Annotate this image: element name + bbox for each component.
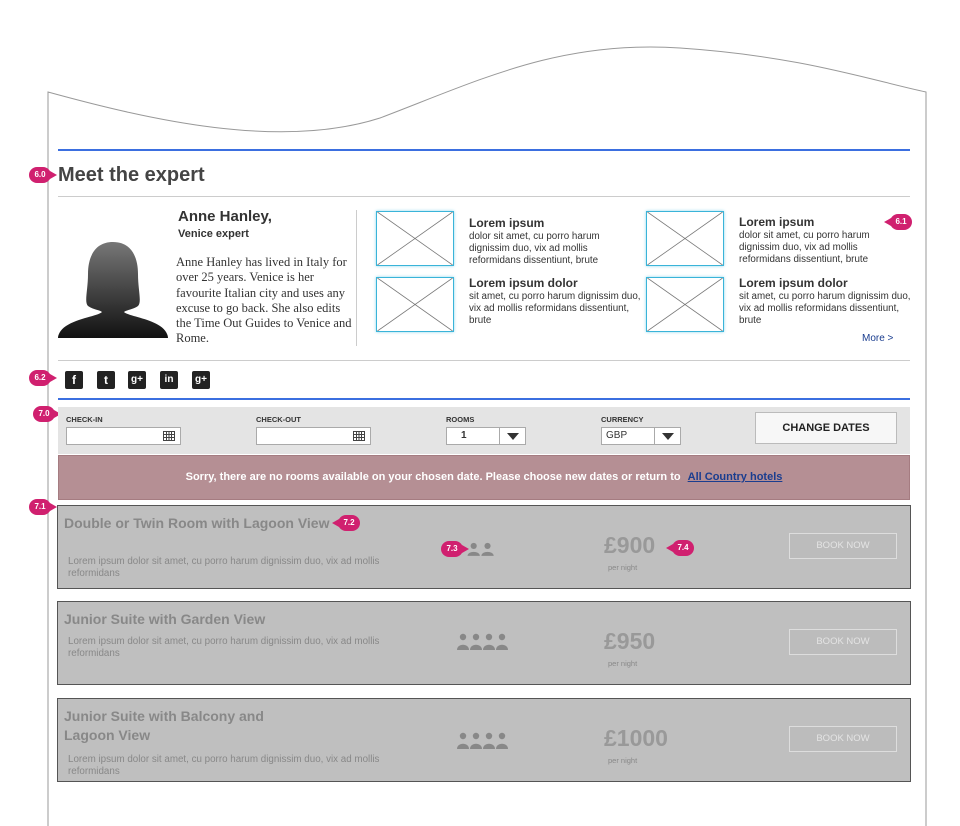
googleplus-share-icon[interactable]: g+	[192, 371, 210, 389]
booking-bar: CHECK-IN CHECK-OUT ROOMS 1 CURRENCY GBP …	[58, 407, 910, 454]
section-divider	[58, 196, 910, 197]
article-title[interactable]: Lorem ipsum dolor	[469, 276, 578, 290]
annotation-6-0: 6.0	[29, 167, 57, 183]
twitter-icon[interactable]: t	[97, 371, 115, 389]
annotation-7-4: 7.4	[666, 540, 694, 556]
occupancy-four-icon	[457, 732, 508, 749]
rooms-label: ROOMS	[446, 415, 475, 424]
chevron-down-icon[interactable]	[499, 428, 525, 444]
annotation-7-2: 7.2	[332, 515, 360, 531]
rooms-select-value: 1	[461, 430, 467, 441]
checkin-input[interactable]	[66, 427, 181, 445]
calendar-icon[interactable]	[163, 431, 175, 441]
room-title: Junior Suite with Garden View	[64, 611, 266, 627]
article-title[interactable]: Lorem ipsum	[469, 216, 544, 230]
currency-select-value: GBP	[606, 430, 628, 441]
chevron-down-icon[interactable]	[654, 428, 680, 444]
annotation-7-1: 7.1	[29, 499, 57, 515]
change-dates-button[interactable]: CHANGE DATES	[755, 412, 897, 444]
alert-message: Sorry, there are no rooms available on y…	[185, 471, 681, 483]
checkin-label: CHECK-IN	[66, 415, 103, 424]
checkout-label: CHECK-OUT	[256, 415, 301, 424]
room-per-night: per night	[608, 756, 638, 765]
rooms-select[interactable]: 1	[446, 427, 526, 445]
room-price: £950	[604, 628, 656, 654]
room-description: Lorem ipsum dolor sit amet, cu porro har…	[68, 636, 380, 659]
currency-label: CURRENCY	[601, 415, 644, 424]
section-title: Meet the expert	[58, 164, 205, 186]
annotation-7-3: 7.3	[441, 541, 469, 557]
book-now-button[interactable]: BOOK NOW	[789, 533, 897, 559]
room-per-night: per night	[608, 563, 638, 572]
expert-column-divider	[356, 210, 357, 346]
article-title[interactable]: Lorem ipsum	[739, 215, 814, 229]
checkout-input[interactable]	[256, 427, 371, 445]
all-country-hotels-link[interactable]: All Country hotels	[688, 471, 783, 483]
expert-name: Anne Hanley,	[178, 208, 272, 225]
room-title: Double or Twin Room with Lagoon View	[64, 515, 330, 531]
article-text: sit amet, cu porro harum dignissim duo, …	[469, 291, 641, 326]
room-row: Double or Twin Room with Lagoon View Lor…	[57, 505, 911, 589]
room-row: Junior Suite with Balcony and Lagoon Vie…	[57, 698, 911, 782]
room-price: £1000	[604, 725, 668, 751]
expert-role: Venice expert	[178, 228, 249, 240]
more-link[interactable]: More >	[862, 333, 893, 344]
room-price: £900	[604, 532, 656, 558]
no-rooms-alert: Sorry, there are no rooms available on y…	[58, 455, 910, 500]
article-thumbnail[interactable]	[376, 277, 454, 332]
expert-bio: Anne Hanley has lived in Italy for over …	[176, 255, 352, 346]
book-now-button[interactable]: BOOK NOW	[789, 726, 897, 752]
article-thumbnail[interactable]	[646, 277, 724, 332]
facebook-icon[interactable]: f	[65, 371, 83, 389]
room-description: Lorem ipsum dolor sit amet, cu porro har…	[68, 754, 380, 777]
annotation-6-1: 6.1	[884, 214, 912, 230]
room-per-night: per night	[608, 659, 638, 668]
article-title[interactable]: Lorem ipsum dolor	[739, 276, 848, 290]
top-accent-rule	[58, 149, 910, 151]
occupancy-four-icon	[457, 633, 508, 650]
room-title: Junior Suite with Balcony and Lagoon Vie…	[64, 708, 264, 743]
article-thumbnail[interactable]	[376, 211, 454, 266]
googleplus-icon[interactable]: g+	[128, 371, 146, 389]
article-text: dolor sit amet, cu porro harum dignissim…	[469, 231, 600, 266]
article-thumbnail[interactable]	[646, 211, 724, 266]
book-now-button[interactable]: BOOK NOW	[789, 629, 897, 655]
calendar-icon[interactable]	[353, 431, 365, 441]
social-divider	[58, 360, 910, 361]
article-text: sit amet, cu porro harum dignissim duo, …	[739, 291, 911, 326]
booking-accent-rule	[58, 398, 910, 400]
annotation-7-0: 7.0	[33, 406, 61, 422]
room-row: Junior Suite with Garden View Lorem ipsu…	[57, 601, 911, 685]
linkedin-icon[interactable]: in	[160, 371, 178, 389]
currency-select[interactable]: GBP	[601, 427, 681, 445]
annotation-6-2: 6.2	[29, 370, 57, 386]
occupancy-two-icon	[467, 542, 494, 556]
expert-avatar	[58, 242, 168, 338]
room-description: Lorem ipsum dolor sit amet, cu porro har…	[68, 556, 380, 579]
article-text: dolor sit amet, cu porro harum dignissim…	[739, 230, 870, 265]
